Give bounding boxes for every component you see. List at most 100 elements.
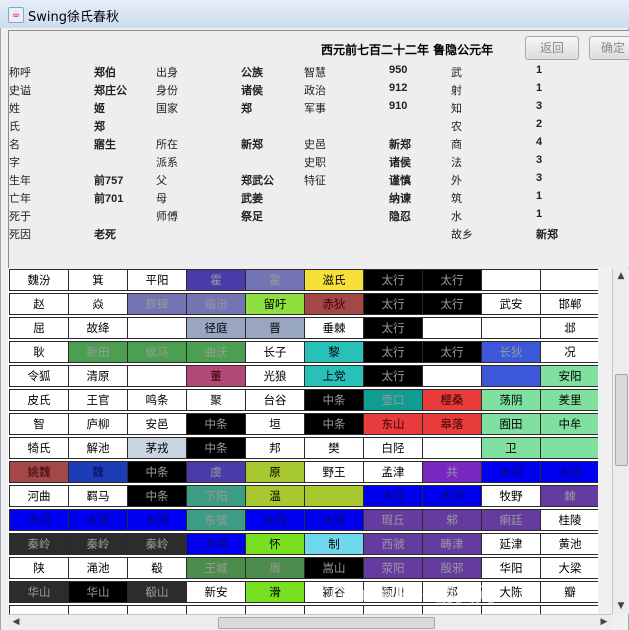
map-cell[interactable]: 大河	[9, 509, 69, 531]
map-cell[interactable]: 解池	[68, 437, 128, 459]
map-cell[interactable]: 霍	[245, 269, 305, 291]
map-cell[interactable]: 大河	[127, 509, 187, 531]
map-cell[interactable]: 郑	[422, 581, 482, 603]
map-cell[interactable]: 中条	[127, 485, 187, 507]
map-cell[interactable]: 白陉	[363, 437, 423, 459]
map-cell[interactable]: 壶口	[363, 389, 423, 411]
vertical-scrollbar[interactable]: ▲ ▼	[612, 269, 629, 614]
map-cell[interactable]: 殽	[127, 557, 187, 579]
map-cell[interactable]: 囿田	[481, 413, 541, 435]
map-cell[interactable]: 中条	[186, 437, 246, 459]
map-cell[interactable]: 秦岭	[127, 533, 187, 555]
map-cell[interactable]: 下阳	[186, 485, 246, 507]
map-cell[interactable]: 垣	[245, 413, 305, 435]
map-cell[interactable]: 赤狄	[304, 293, 364, 315]
map-cell[interactable]	[422, 317, 482, 339]
map-cell[interactable]: 秦岭	[68, 533, 128, 555]
map-cell[interactable]: 大河	[68, 509, 128, 531]
map-cell[interactable]: 牧野	[481, 485, 541, 507]
map-cell[interactable]: 径庭	[186, 317, 246, 339]
vertical-scroll-thumb[interactable]	[615, 374, 628, 466]
map-cell[interactable]: 滋氏	[304, 269, 364, 291]
map-cell[interactable]: 光狼	[245, 365, 305, 387]
map-cell[interactable]: 皮氏	[9, 389, 69, 411]
map-cell[interactable]: 耿	[9, 341, 69, 363]
map-cell[interactable]: 智	[9, 413, 69, 435]
map-cell[interactable]: 箕	[68, 269, 128, 291]
map-cell[interactable]: 大河	[363, 485, 423, 507]
map-cell[interactable]: 大河	[422, 485, 482, 507]
map-cell[interactable]: 羁马	[68, 485, 128, 507]
map-cell[interactable]: 鸣条	[127, 389, 187, 411]
map-cell[interactable]: 清原	[68, 365, 128, 387]
map-cell[interactable]: 太行	[363, 341, 423, 363]
map-cell[interactable]: 畴津	[422, 533, 482, 555]
map-cell[interactable]: 卫	[481, 437, 541, 459]
back-button[interactable]: 返回	[525, 36, 579, 60]
map-cell[interactable]: 黄池	[540, 533, 598, 555]
map-cell[interactable]: 河曲	[9, 485, 69, 507]
map-cell[interactable]: 大陈	[481, 581, 541, 603]
map-cell[interactable]: 长狄	[481, 341, 541, 363]
map-cell[interactable]: 犄氏	[9, 437, 69, 459]
map-cell[interactable]: 安阳	[540, 365, 598, 387]
map-cell[interactable]: 大河	[481, 461, 541, 483]
map-cell[interactable]: 新安	[186, 581, 246, 603]
map-cell[interactable]	[481, 317, 541, 339]
map-cell[interactable]: 霍	[186, 269, 246, 291]
map-cell[interactable]: 台谷	[245, 389, 305, 411]
map-cell[interactable]: 荡阴	[481, 389, 541, 411]
map-cell[interactable]: 渑池	[68, 557, 128, 579]
map-cell[interactable]: 野王	[304, 461, 364, 483]
map-cell[interactable]: 令狐	[9, 365, 69, 387]
map-cell[interactable]: 垂棘	[304, 317, 364, 339]
map-cell[interactable]: 荥阳	[363, 557, 423, 579]
map-cell[interactable]: 邦	[245, 437, 305, 459]
map-cell[interactable]: 瓣	[540, 581, 598, 603]
map-cell[interactable]: 滑	[245, 581, 305, 603]
map-cell[interactable]	[186, 605, 246, 614]
map-cell[interactable]: 桂陵	[540, 509, 598, 531]
map-cell[interactable]	[127, 365, 187, 387]
map-cell[interactable]	[363, 605, 423, 614]
map-cell[interactable]: 颍谷	[304, 581, 364, 603]
map-cell[interactable]	[481, 365, 541, 387]
map-cell[interactable]: 中条	[186, 413, 246, 435]
map-cell[interactable]: 中条	[304, 413, 364, 435]
map-cell[interactable]: 魏	[68, 461, 128, 483]
map-cell[interactable]	[304, 485, 364, 507]
map-cell[interactable]: 太行	[363, 365, 423, 387]
map-cell[interactable]: 大河	[304, 509, 364, 531]
map-cell[interactable]: 辰铎	[127, 293, 187, 315]
map-cell[interactable]	[9, 605, 69, 614]
map-cell[interactable]: 中条	[304, 389, 364, 411]
map-cell[interactable]: 大河	[186, 533, 246, 555]
map-cell[interactable]: 邶	[540, 317, 598, 339]
map-cell[interactable]: 瘌廷	[481, 509, 541, 531]
map-cell[interactable]: 庐柳	[68, 413, 128, 435]
map-cell[interactable]: 邾	[422, 509, 482, 531]
map-cell[interactable]: 中条	[127, 461, 187, 483]
map-cell[interactable]: 中牟	[540, 413, 598, 435]
map-cell[interactable]	[540, 269, 598, 291]
scroll-left-icon[interactable]: ◀	[9, 616, 23, 629]
map-cell[interactable]: 棘	[540, 485, 598, 507]
map-cell[interactable]	[304, 605, 364, 614]
map-cell[interactable]: 故绛	[68, 317, 128, 339]
map-cell[interactable]: 殽山	[127, 581, 187, 603]
map-cell[interactable]: 上党	[304, 365, 364, 387]
map-cell[interactable]	[422, 437, 482, 459]
map-cell[interactable]: 姚魏	[9, 461, 69, 483]
map-cell[interactable]: 太行	[363, 317, 423, 339]
map-cell[interactable]: 焱	[68, 293, 128, 315]
map-cell[interactable]: 晋	[245, 317, 305, 339]
map-cell[interactable]: 聚	[186, 389, 246, 411]
map-cell[interactable]: 太行	[422, 269, 482, 291]
map-cell[interactable]: 樱桑	[422, 389, 482, 411]
map-cell[interactable]: 魏汾	[9, 269, 69, 291]
map-cell[interactable]: 太行	[422, 341, 482, 363]
map-cell[interactable]: 共	[422, 461, 482, 483]
map-cell[interactable]: 平阳	[127, 269, 187, 291]
map-cell[interactable]: 董	[186, 365, 246, 387]
map-cell[interactable]	[422, 605, 482, 614]
